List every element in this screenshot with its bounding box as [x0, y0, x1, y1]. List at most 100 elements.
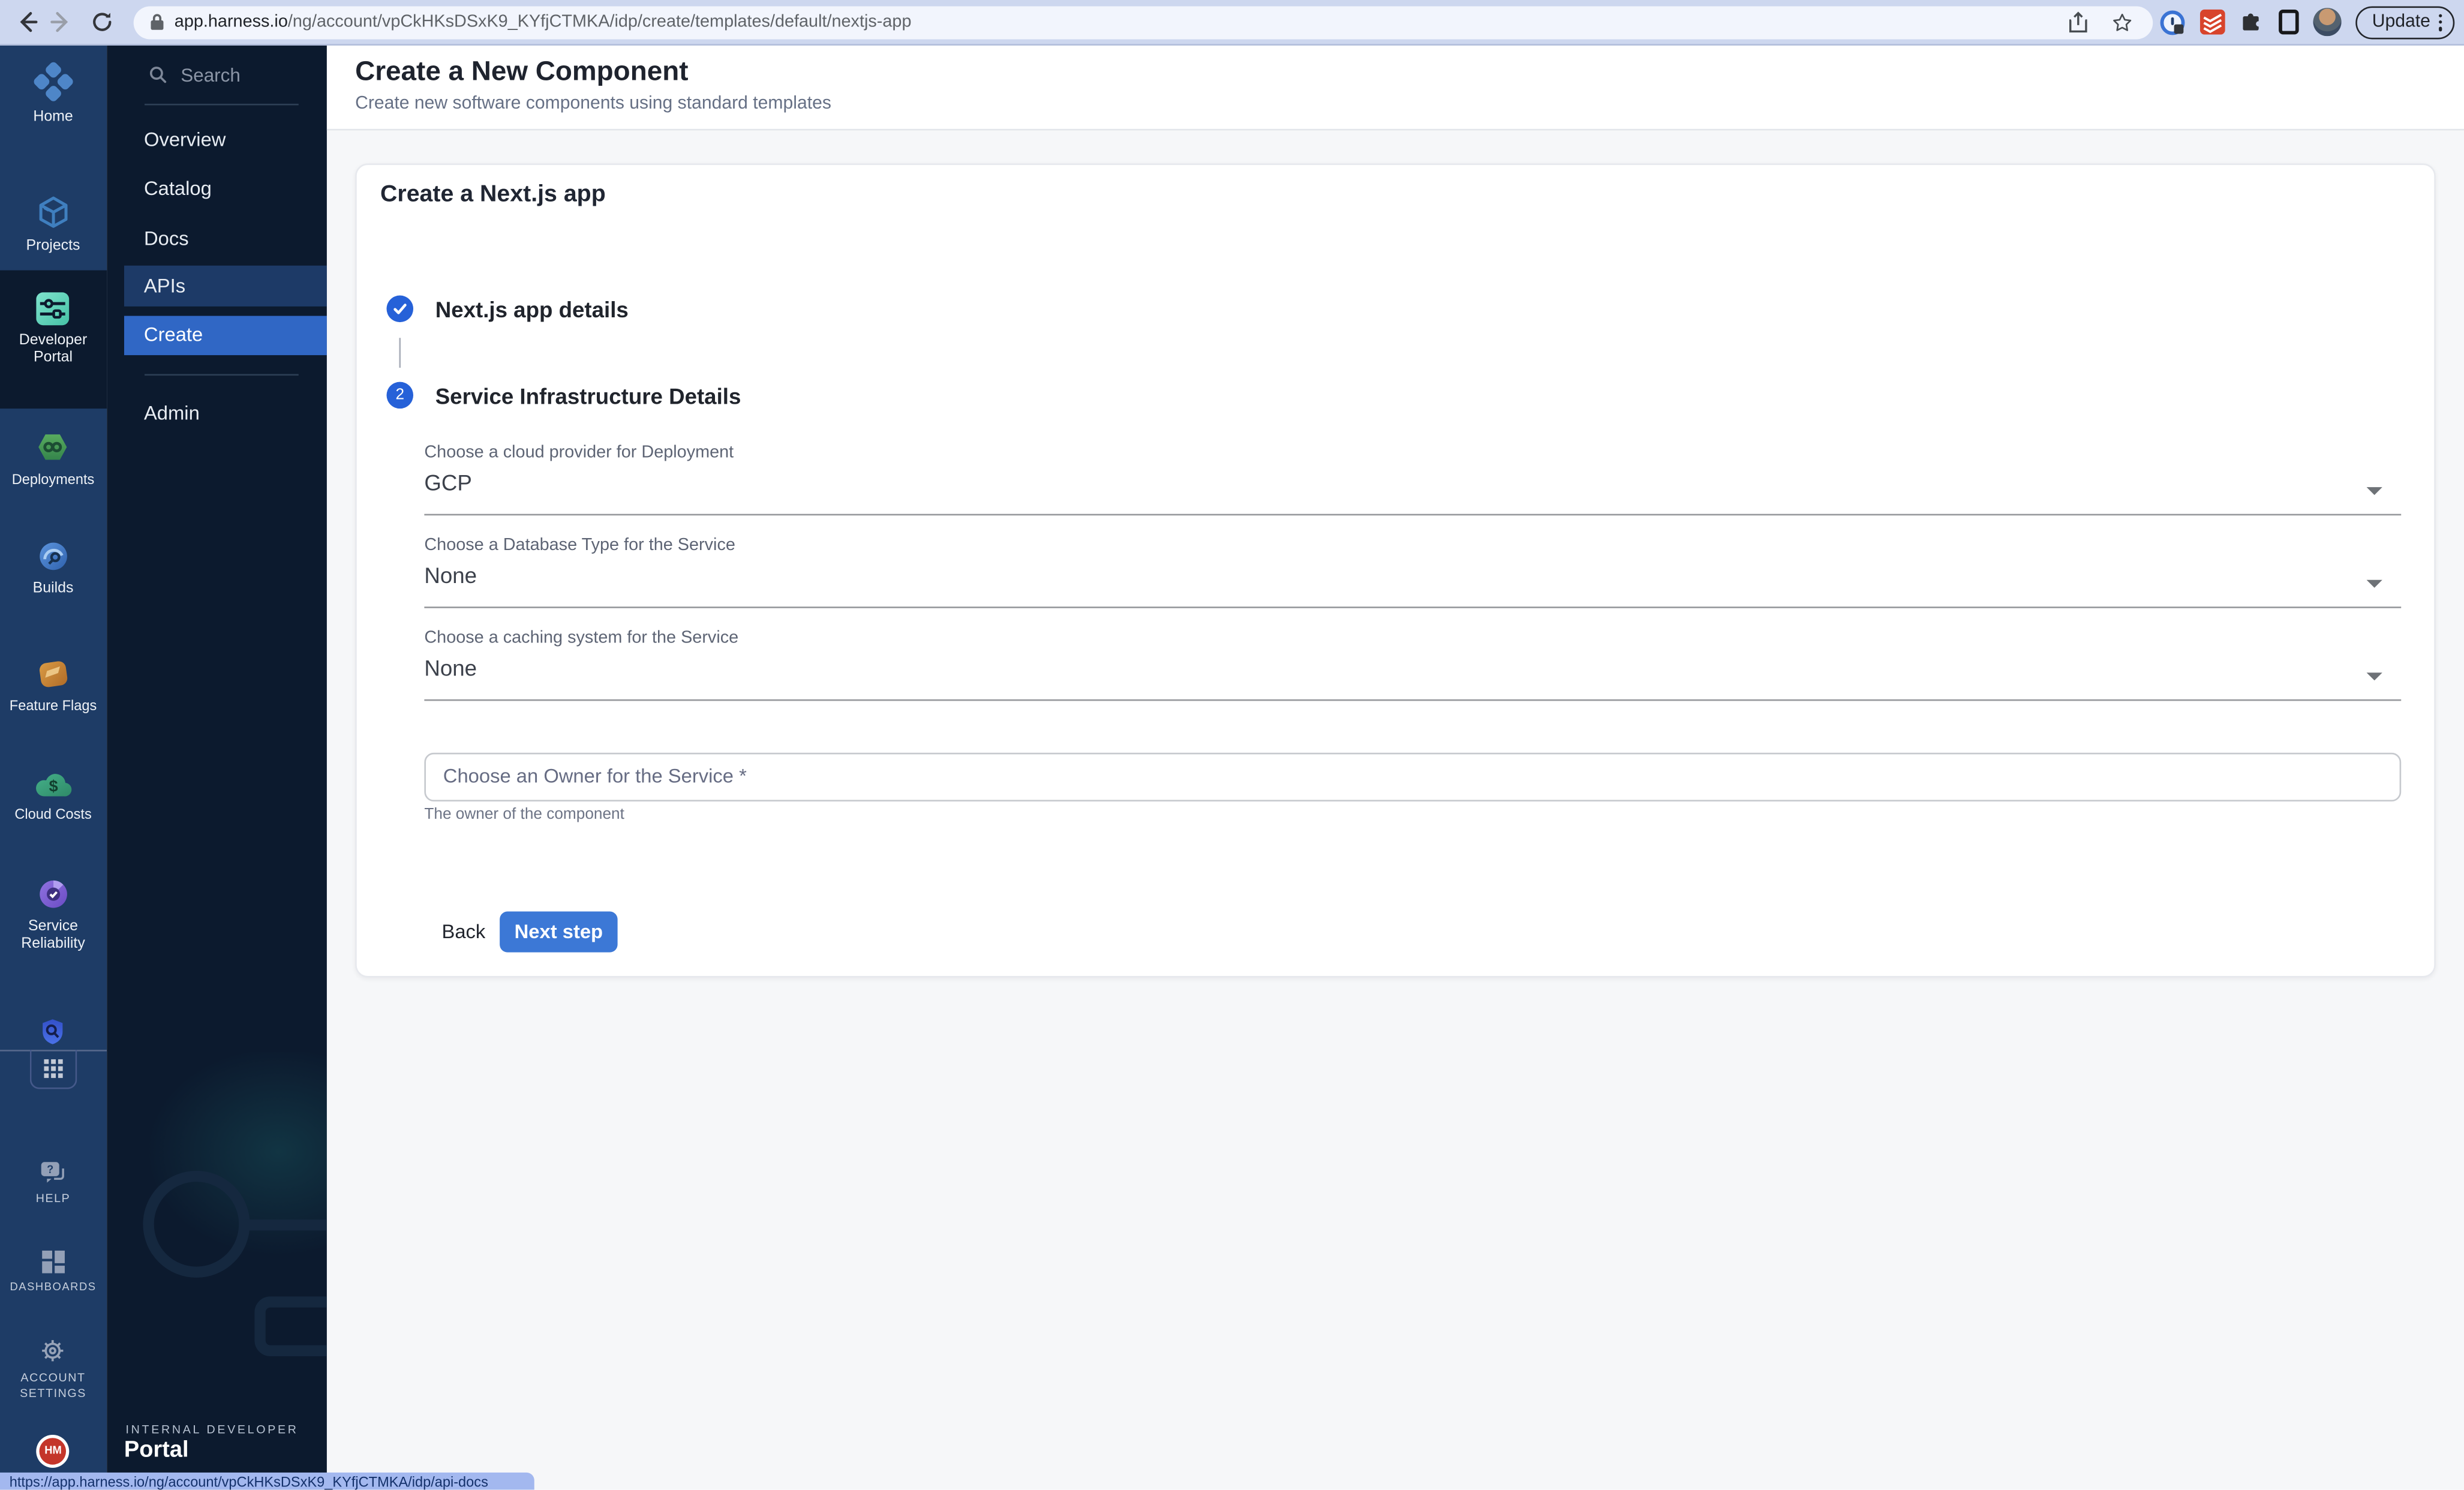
builds-module-icon	[36, 538, 71, 573]
url-bar[interactable]: app.harness.io/ng/account/vpCkHKsDSxK9_K…	[134, 5, 2153, 39]
main-content: Create a New Component Create new softwa…	[327, 45, 2464, 1490]
browser-profile-avatar[interactable]	[2312, 8, 2340, 37]
cloud-costs-module-icon: $	[34, 768, 72, 799]
owner-helper-text: The owner of the component	[424, 806, 624, 824]
step-connector	[399, 337, 401, 367]
share-icon[interactable]	[2068, 11, 2089, 34]
cloud-provider-label: Choose a cloud provider for Deployment	[424, 443, 2401, 462]
database-type-value: None	[424, 563, 2401, 588]
select-underline	[424, 513, 2401, 515]
sidebar-item-service-reliability[interactable]: Service Reliability	[0, 876, 106, 952]
deployments-module-icon	[35, 428, 71, 464]
sidebar-item-developer-portal[interactable]: Developer Portal	[0, 292, 106, 365]
select-underline	[424, 606, 2401, 608]
sidebar-item-security-tests[interactable]	[0, 1016, 106, 1046]
nav-item-overview[interactable]: Overview	[106, 119, 327, 160]
user-avatar-initials: HM	[40, 1437, 67, 1464]
sidebar-item-cloud-costs[interactable]: $ Cloud Costs	[0, 768, 106, 823]
help-chat-icon: ?	[39, 1159, 67, 1184]
bookmark-star-icon[interactable]	[2111, 11, 2134, 34]
nav-item-create[interactable]: Create	[125, 315, 327, 355]
template-wizard-card: Create a Next.js app Next.js app details…	[355, 163, 2436, 977]
back-button[interactable]: Back	[438, 913, 489, 951]
gear-icon	[40, 1336, 67, 1363]
sidebar-item-dashboards[interactable]: DASHBOARDS	[0, 1249, 106, 1296]
developer-portal-module-icon	[37, 292, 70, 325]
select-underline	[424, 699, 2401, 701]
step-2-label: Service Infrastructure Details	[435, 383, 741, 408]
projects-module-icon	[34, 193, 72, 230]
sidebar-item-deployments[interactable]: Deployments	[0, 428, 106, 488]
nav-search[interactable]: Search	[149, 64, 241, 86]
service-reliability-module-icon	[36, 876, 71, 911]
cloud-provider-value: GCP	[424, 470, 2401, 495]
svg-text:?: ?	[47, 1162, 53, 1174]
caching-system-label: Choose a caching system for the Service	[424, 629, 2401, 647]
nav-item-docs[interactable]: Docs	[106, 218, 327, 259]
browser-reload-icon[interactable]	[85, 4, 119, 39]
caching-system-select[interactable]: Choose a caching system for the Service …	[424, 629, 2401, 701]
page-title: Create a New Component	[355, 54, 688, 87]
browser-menu-kebab-icon[interactable]	[2438, 14, 2442, 31]
nav-divider	[144, 104, 298, 106]
user-avatar[interactable]: HM	[37, 1434, 70, 1467]
svg-text:$: $	[49, 776, 58, 794]
circuit-line-decoration	[245, 1219, 327, 1231]
sidebar-item-builds[interactable]: Builds	[0, 538, 106, 596]
sidebar-item-home[interactable]: Home	[0, 61, 106, 125]
template-title: Create a Next.js app	[380, 181, 606, 208]
nav-item-catalog[interactable]: Catalog	[106, 168, 327, 209]
database-type-select[interactable]: Choose a Database Type for the Service N…	[424, 536, 2401, 608]
chevron-down-icon[interactable]	[2367, 580, 2382, 588]
feature-flags-module-icon	[36, 656, 71, 691]
circuit-rect-decoration	[254, 1296, 327, 1356]
dashboards-icon	[41, 1249, 66, 1274]
step-1-complete-icon	[386, 296, 413, 323]
step-2[interactable]: 2 Service Infrastructure Details	[386, 382, 741, 409]
chevron-down-icon[interactable]	[2367, 672, 2382, 680]
password-manager-extension-icon[interactable]	[2158, 9, 2185, 36]
chevron-down-icon[interactable]	[2367, 487, 2382, 495]
step-1[interactable]: Next.js app details	[386, 296, 628, 323]
module-switcher-button[interactable]	[30, 1050, 76, 1089]
browser-update-button[interactable]: Update	[2355, 6, 2454, 39]
sidebar-item-account-settings[interactable]: ACCOUNT SETTINGS	[0, 1336, 106, 1401]
circuit-circle-decoration	[143, 1171, 250, 1278]
status-link-text: https://app.harness.io/ng/account/vpCkHK…	[10, 1473, 488, 1489]
step-1-label: Next.js app details	[435, 296, 629, 322]
module-rail: Home Projects Developer Portal Deploymen…	[0, 45, 106, 1490]
sidebar-item-feature-flags[interactable]: Feature Flags	[0, 656, 106, 714]
search-placeholder: Search	[181, 64, 241, 86]
page-subtitle: Create new software components using sta…	[355, 94, 831, 112]
sidebar-item-projects[interactable]: Projects	[0, 193, 106, 254]
extensions-puzzle-icon[interactable]	[2238, 10, 2264, 35]
update-label: Update	[2372, 13, 2430, 32]
frame-extension-icon[interactable]	[2278, 10, 2298, 35]
screenshot-root: app.harness.io/ng/account/vpCkHKsDSxK9_K…	[0, 0, 2464, 1490]
owner-input[interactable]	[424, 752, 2401, 801]
browser-forward-icon[interactable]	[44, 4, 79, 39]
brand-portal: Portal	[124, 1437, 189, 1462]
cloud-provider-select[interactable]: Choose a cloud provider for Deployment G…	[424, 443, 2401, 516]
link-status-bar: https://app.harness.io/ng/account/vpCkHK…	[0, 1473, 534, 1490]
browser-toolbar: app.harness.io/ng/account/vpCkHKsDSxK9_K…	[0, 0, 2464, 45]
developer-portal-nav-panel: Search Overview Catalog Docs APIs Create…	[106, 45, 327, 1490]
caching-system-value: None	[424, 655, 2401, 680]
database-type-label: Choose a Database Type for the Service	[424, 536, 2401, 554]
nav-divider	[144, 374, 298, 376]
security-shield-module-icon	[38, 1016, 68, 1046]
module-grid-icon	[44, 1059, 62, 1078]
brand-internal-developer: INTERNAL DEVELOPER	[126, 1422, 299, 1436]
sidebar-item-help[interactable]: ? HELP	[0, 1159, 106, 1206]
browser-back-icon[interactable]	[10, 4, 44, 39]
next-step-button[interactable]: Next step	[500, 911, 617, 951]
url-text: app.harness.io/ng/account/vpCkHKsDSxK9_K…	[175, 13, 2068, 32]
page-header: Create a New Component Create new softwa…	[327, 45, 2464, 131]
step-2-number: 2	[386, 382, 413, 409]
todoist-extension-icon[interactable]	[2199, 10, 2225, 35]
search-icon	[149, 66, 167, 83]
home-module-icon	[32, 61, 73, 101]
nav-item-admin[interactable]: Admin	[106, 392, 327, 433]
lock-icon	[149, 13, 165, 32]
nav-item-apis[interactable]: APIs	[125, 266, 327, 307]
